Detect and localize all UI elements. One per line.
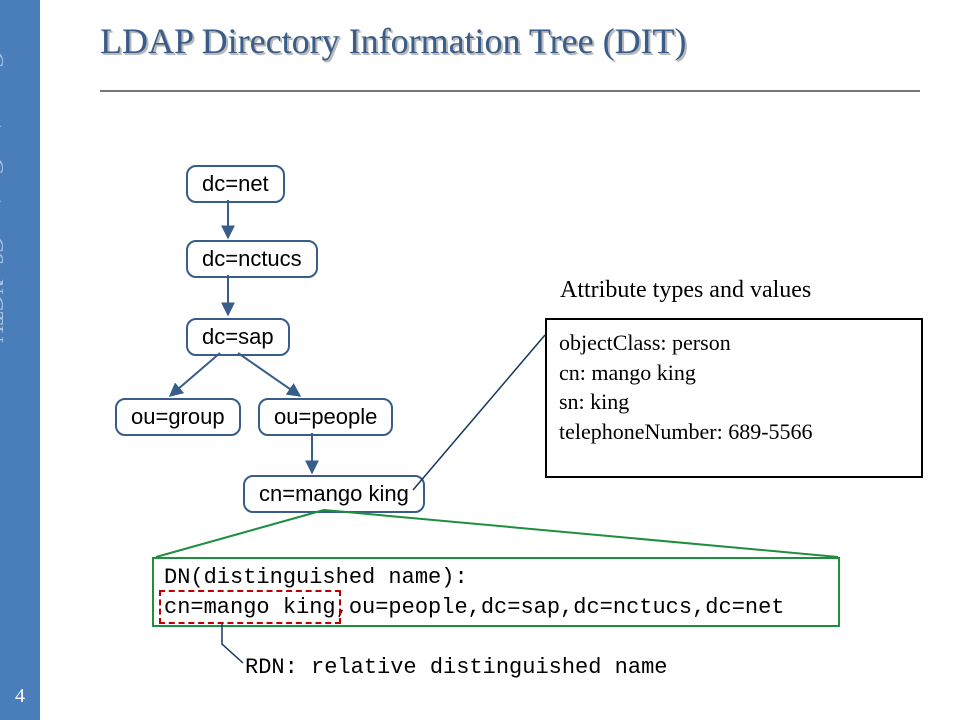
attributes-box: objectClass: person cn: mango king sn: k… <box>545 318 923 478</box>
node-ou-people: ou=people <box>258 398 393 436</box>
dn-wedge-left <box>156 510 324 557</box>
dn-label: DN(distinguished name): <box>164 563 828 593</box>
title-rule <box>100 90 920 92</box>
callout-line-attr <box>413 335 545 490</box>
sidebar-rail: Computer Center, CS, NCTU 4 <box>0 0 40 720</box>
dn-box: DN(distinguished name): cn=mango king,ou… <box>152 557 840 627</box>
node-ou-group: ou=group <box>115 398 241 436</box>
dn-wedge-right <box>324 510 838 557</box>
node-dc-net: dc=net <box>186 165 285 203</box>
attr-line: cn: mango king <box>559 358 909 388</box>
rdn-label: RDN: relative distinguished name <box>245 655 667 680</box>
page-title: LDAP Directory Information Tree (DIT) <box>100 20 687 62</box>
rail-text: Computer Center, CS, NCTU <box>0 50 7 650</box>
dn-value: cn=mango king,ou=people,dc=sap,dc=nctucs… <box>164 593 828 623</box>
attr-line: telephoneNumber: 689-5566 <box>559 417 909 447</box>
attr-line: objectClass: person <box>559 328 909 358</box>
attr-line: sn: king <box>559 387 909 417</box>
page-number: 4 <box>0 685 40 708</box>
callout-line-rdn <box>222 623 243 663</box>
attributes-heading: Attribute types and values <box>560 277 811 304</box>
node-dc-sap: dc=sap <box>186 318 290 356</box>
node-cn-mango: cn=mango king <box>243 475 425 513</box>
node-dc-nctucs: dc=nctucs <box>186 240 318 278</box>
